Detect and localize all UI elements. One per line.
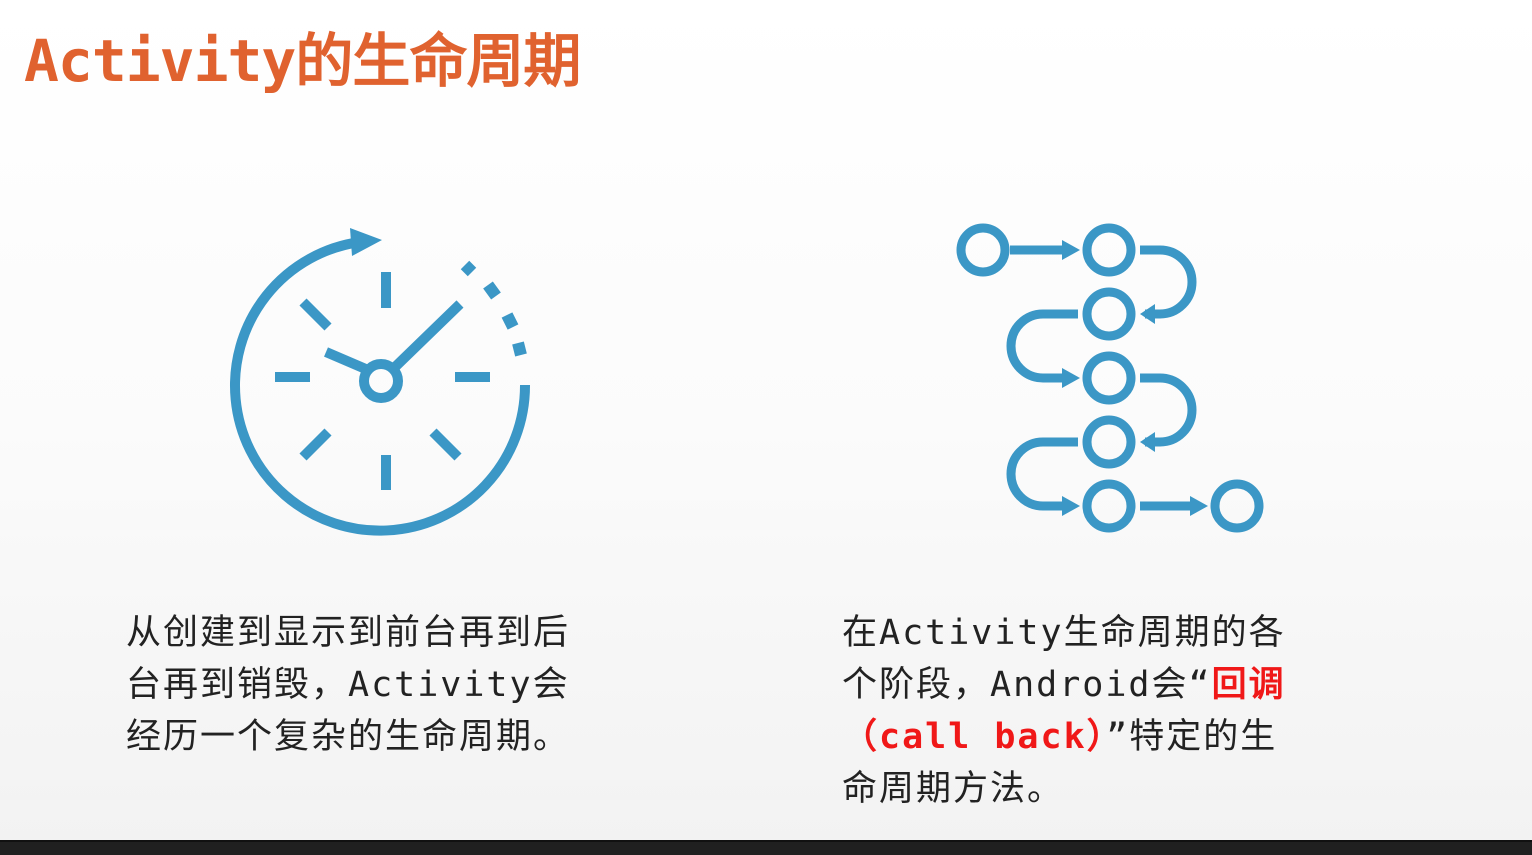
left-description: 从创建到显示到前台再到后 台再到销毁，Activity会 经历一个复杂的生命周期… — [126, 607, 570, 763]
taskbar[interactable] — [0, 840, 1532, 855]
left-line-3: 经历一个复杂的生命周期。 — [126, 717, 571, 757]
right-line-3: ”特定的生 — [1106, 717, 1278, 757]
right-description: 在Activity生命周期的各 个阶段，Android会“回调 （call ba… — [842, 607, 1286, 815]
left-line-1: 从创建到显示到前台再到后 — [126, 613, 571, 653]
slide-title: Activity的生命周期 — [24, 27, 581, 95]
right-line-2: 个阶段，Android会“ — [842, 665, 1212, 705]
right-line-4: 命周期方法。 — [842, 769, 1065, 809]
lifecycle-flow-icon — [956, 223, 1264, 533]
callback-highlight: 回调 — [1211, 665, 1286, 705]
left-line-2: 台再到销毁，Activity会 — [126, 665, 570, 705]
right-line-1: 在Activity生命周期的各 — [842, 613, 1286, 653]
clock-cycle-icon — [230, 228, 531, 536]
callback-english-highlight: （call back） — [842, 717, 1107, 757]
